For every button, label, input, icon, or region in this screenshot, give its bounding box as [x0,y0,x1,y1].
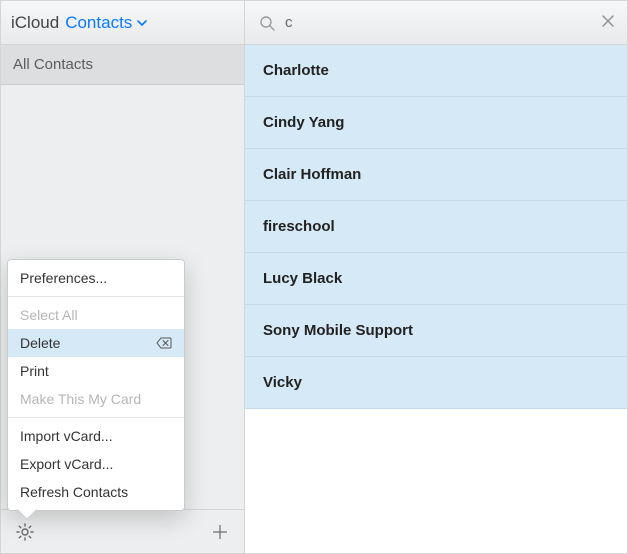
contact-name: Sony Mobile Support [263,322,413,339]
contact-row[interactable]: Sony Mobile Support [245,305,627,357]
menu-label: Delete [20,335,60,351]
menu-item-print[interactable]: Print [8,357,184,385]
sidebar-item-all-contacts[interactable]: All Contacts [1,45,244,85]
menu-item-select-all: Select All [8,301,184,329]
menu-item-delete[interactable]: Delete [8,329,184,357]
menu-item-make-card: Make This My Card [8,385,184,413]
sidebar: iCloud Contacts All Contacts Preferences… [1,1,245,553]
contact-name: fireschool [263,218,335,235]
contact-name: Lucy Black [263,270,342,287]
app-bar: iCloud Contacts [1,1,244,45]
menu-item-preferences[interactable]: Preferences... [8,264,184,292]
search-bar [245,1,627,45]
contact-name: Clair Hoffman [263,166,361,183]
menu-item-refresh[interactable]: Refresh Contacts [8,478,184,506]
gear-icon [15,522,35,542]
settings-button[interactable] [15,522,35,542]
search-icon [259,15,275,31]
contact-row[interactable]: Vicky [245,357,627,409]
menu-item-export-vcard[interactable]: Export vCard... [8,450,184,478]
menu-label: Make This My Card [20,391,141,407]
plus-icon [210,522,230,542]
menu-label: Export vCard... [20,456,113,472]
sidebar-bottom [1,509,244,553]
menu-label: Refresh Contacts [20,484,128,500]
menu-label: Select All [20,307,78,323]
delete-icon [156,337,172,349]
contact-row[interactable]: Cindy Yang [245,97,627,149]
main-panel: Charlotte Cindy Yang Clair Hoffman fires… [245,1,627,553]
clear-search-button[interactable] [601,14,615,32]
settings-menu: Preferences... Select All Delete Print M… [7,259,185,511]
contact-name: Vicky [263,374,302,391]
group-label: All Contacts [13,56,93,73]
menu-label: Preferences... [20,270,107,286]
contact-row[interactable]: Clair Hoffman [245,149,627,201]
menu-item-import-vcard[interactable]: Import vCard... [8,422,184,450]
section-picker[interactable]: Contacts [65,13,148,33]
app-root: iCloud Contacts All Contacts Preferences… [0,0,628,554]
contact-row[interactable]: Charlotte [245,45,627,97]
contact-name: Charlotte [263,62,329,79]
section-label: Contacts [65,13,132,33]
menu-label: Print [20,363,49,379]
menu-label: Import vCard... [20,428,113,444]
contact-row[interactable]: Lucy Black [245,253,627,305]
contact-name: Cindy Yang [263,114,344,131]
brand-label: iCloud [11,13,59,33]
menu-separator [8,417,184,418]
contact-list: Charlotte Cindy Yang Clair Hoffman fires… [245,45,627,553]
search-input[interactable] [283,13,593,32]
menu-separator [8,296,184,297]
contact-row[interactable]: fireschool [245,201,627,253]
chevron-down-icon [136,17,148,29]
close-icon [601,14,615,32]
add-button[interactable] [210,522,230,542]
